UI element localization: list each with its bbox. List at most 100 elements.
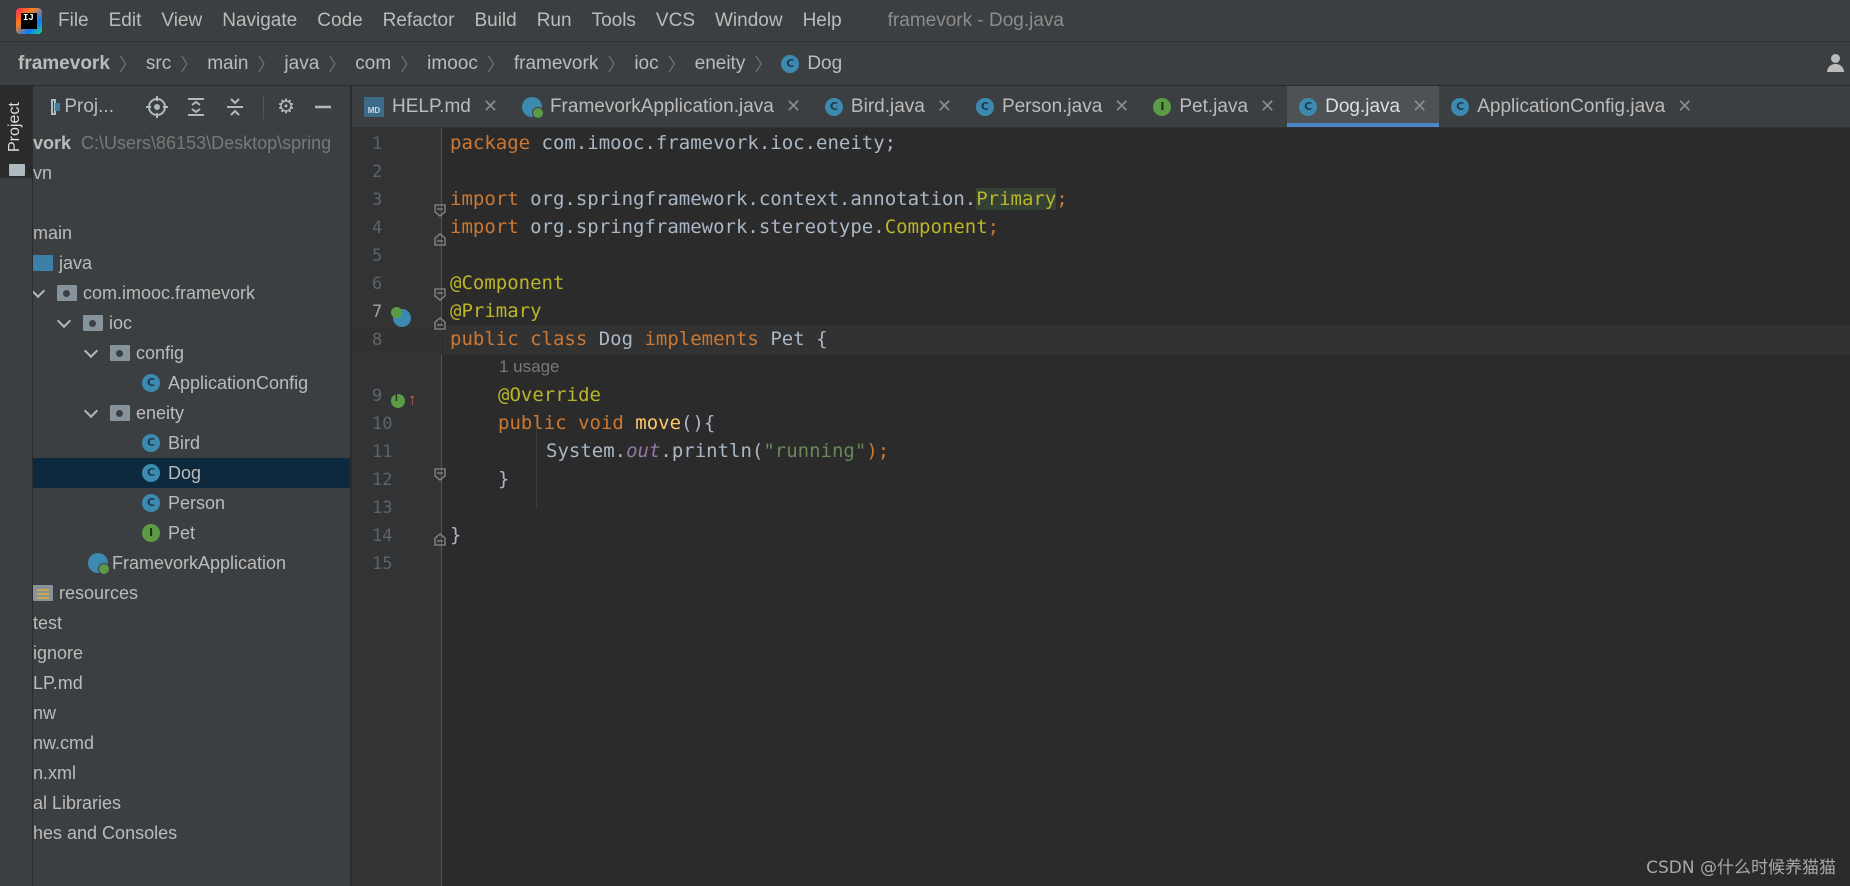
menu-bar: IJ File Edit View Navigate Code Refactor…	[0, 0, 1850, 42]
implements-gutter-icon[interactable]: I	[391, 393, 405, 408]
hide-panel-icon[interactable]	[312, 96, 334, 118]
tab-framevorkapplication[interactable]: FramevorkApplication.java ✕	[510, 86, 813, 127]
tab-bird[interactable]: C Bird.java ✕	[813, 86, 964, 127]
line-number: 4	[372, 218, 383, 238]
menu-code[interactable]: Code	[317, 10, 362, 32]
tree-item-mvnw[interactable]: nw	[33, 698, 350, 728]
tab-applicationconfig[interactable]: C ApplicationConfig.java ✕	[1439, 86, 1704, 127]
tree-item-java[interactable]: java	[33, 248, 350, 278]
menu-vcs[interactable]: VCS	[656, 10, 695, 32]
tree-item-mvn[interactable]: vn	[33, 158, 350, 188]
menu-window[interactable]: Window	[715, 10, 783, 32]
tree-item-applicationconfig[interactable]: C ApplicationConfig	[33, 368, 350, 398]
menu-run[interactable]: Run	[537, 10, 572, 32]
chevron-down-icon[interactable]	[83, 343, 99, 358]
breadcrumb-item-main[interactable]: main	[207, 53, 248, 75]
fold-marker-icon[interactable]	[433, 468, 447, 482]
fold-marker-icon[interactable]	[433, 204, 447, 218]
tree-item-bird[interactable]: C Bird	[33, 428, 350, 458]
menu-navigate[interactable]: Navigate	[222, 10, 297, 32]
code-line-1: package com.imooc.framevork.ioc.eneity;	[450, 132, 897, 154]
tree-item-help-md[interactable]: LP.md	[33, 668, 350, 698]
locate-icon[interactable]	[145, 96, 168, 118]
close-icon[interactable]: ✕	[483, 96, 498, 117]
fold-marker-icon[interactable]	[433, 288, 447, 302]
gear-icon[interactable]: ⚙	[277, 96, 295, 118]
close-icon[interactable]: ✕	[1412, 96, 1427, 117]
tree-item-scratches[interactable]: hes and Consoles	[33, 818, 350, 848]
chevron-down-icon[interactable]	[56, 313, 72, 328]
intellij-logo-icon[interactable]: IJ	[16, 7, 42, 34]
breadcrumb-item-com[interactable]: com	[355, 53, 391, 75]
tree-item-label: config	[136, 342, 185, 363]
tree-item-package-root[interactable]: com.imooc.framevork	[33, 278, 350, 308]
tree-item-framevorkapplication[interactable]: FramevorkApplication	[33, 548, 350, 578]
menu-refactor[interactable]: Refactor	[383, 10, 455, 32]
tree-item-main[interactable]: main	[33, 218, 350, 248]
tree-item-mvnw-cmd[interactable]: nw.cmd	[33, 728, 350, 758]
breadcrumb-item-src[interactable]: src	[146, 53, 171, 75]
tree-item-gitignore[interactable]: ignore	[33, 638, 350, 668]
tree-item-pom-xml[interactable]: n.xml	[33, 758, 350, 788]
tab-dog[interactable]: C Dog.java ✕	[1287, 86, 1440, 127]
chevron-down-icon[interactable]	[33, 283, 46, 298]
tree-item-label: test	[33, 612, 63, 633]
chevron-down-icon[interactable]	[83, 403, 99, 418]
collapse-all-icon[interactable]	[224, 96, 246, 118]
menu-edit[interactable]: Edit	[109, 10, 142, 32]
project-panel-title[interactable]: Proj...	[64, 96, 114, 118]
tree-item-test[interactable]: test	[33, 608, 350, 638]
tree-item-eneity[interactable]: eneity	[33, 398, 350, 428]
folder-icon[interactable]	[9, 164, 25, 176]
tree-item-label: hes and Consoles	[33, 822, 178, 843]
close-icon[interactable]: ✕	[786, 96, 801, 117]
fold-marker-icon[interactable]	[433, 532, 447, 546]
tab-label: Bird.java	[850, 95, 925, 117]
close-icon[interactable]: ✕	[1114, 96, 1129, 117]
breadcrumb-item-label: Dog	[807, 52, 843, 74]
spring-bean-gutter-icon[interactable]	[391, 307, 411, 327]
line-number: 3	[372, 190, 383, 210]
close-icon[interactable]: ✕	[1260, 96, 1275, 117]
tree-item-dog[interactable]: C Dog	[33, 458, 350, 488]
menu-view[interactable]: View	[161, 10, 202, 32]
close-icon[interactable]: ✕	[1677, 96, 1692, 117]
code-editor[interactable]: package com.imooc.framevork.ioc.eneity; …	[443, 128, 1850, 886]
menu-file[interactable]: File	[58, 10, 89, 32]
editor-gutter[interactable]: 1 2 3 4 5 6 7 8 9 10 11 12 13 14 15 I ↑	[352, 128, 442, 886]
user-icon[interactable]	[1826, 52, 1846, 74]
breadcrumb-item-imooc[interactable]: imooc	[427, 53, 478, 75]
breadcrumb-item-dog[interactable]: C Dog	[781, 53, 842, 75]
tree-item-ioc[interactable]: ioc	[33, 308, 350, 338]
usage-hint[interactable]: 1 usage	[499, 357, 560, 377]
breadcrumb-item-ioc[interactable]: ioc	[634, 53, 658, 75]
breadcrumb-item-framevork[interactable]: framevork	[514, 53, 598, 75]
tree-item-config[interactable]: config	[33, 338, 350, 368]
tree-item-resources[interactable]: resources	[33, 578, 350, 608]
close-icon[interactable]: ✕	[937, 96, 952, 117]
tree-item-person[interactable]: C Person	[33, 488, 350, 518]
code-line-3: import org.springframework.context.annot…	[450, 188, 1068, 210]
line-number: 2	[372, 162, 383, 182]
override-arrow-icon[interactable]: ↑	[408, 391, 417, 409]
expand-all-icon[interactable]	[185, 96, 207, 118]
tree-item-external-libraries[interactable]: al Libraries	[33, 788, 350, 818]
menu-build[interactable]: Build	[474, 10, 516, 32]
project-view-icon[interactable]	[51, 99, 61, 115]
tab-pet[interactable]: I Pet.java ✕	[1141, 86, 1287, 127]
breadcrumb-separator-icon: 〉	[180, 54, 199, 75]
tree-item-root[interactable]: vork C:\Users\86153\Desktop\spring	[33, 128, 350, 158]
package-icon	[110, 345, 130, 361]
breadcrumb-item-eneity[interactable]: eneity	[695, 53, 746, 75]
breadcrumb-item-java[interactable]: java	[284, 53, 319, 75]
project-panel-header: Proj... ⚙	[33, 86, 350, 128]
tab-person[interactable]: C Person.java ✕	[964, 86, 1141, 127]
menu-help[interactable]: Help	[803, 10, 842, 32]
fold-marker-icon[interactable]	[433, 232, 447, 246]
menu-tools[interactable]: Tools	[592, 10, 636, 32]
tree-item-pet[interactable]: I Pet	[33, 518, 350, 548]
class-icon: C	[142, 494, 160, 512]
breadcrumb-item-project[interactable]: framevork	[18, 53, 110, 75]
fold-marker-icon[interactable]	[433, 316, 447, 330]
tab-help-md[interactable]: MD HELP.md ✕	[352, 86, 510, 127]
